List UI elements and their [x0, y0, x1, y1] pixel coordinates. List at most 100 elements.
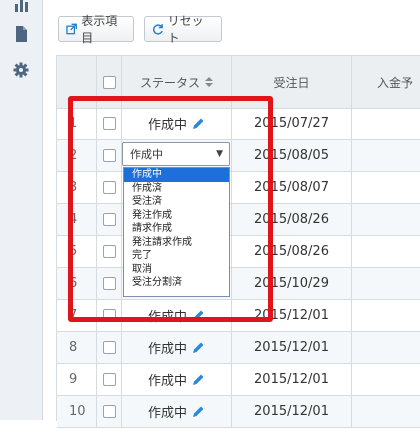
- row-number: 2: [57, 140, 97, 171]
- status-value: 作成中: [147, 118, 187, 133]
- row-checkbox[interactable]: [102, 277, 116, 290]
- status-value: 作成中: [147, 374, 187, 389]
- status-option[interactable]: 取消: [124, 263, 229, 277]
- payment-cell: [352, 364, 420, 395]
- table-row[interactable]: 10 作成中 2015/12/01: [57, 396, 420, 428]
- status-select-value: 作成中: [130, 148, 163, 161]
- orders-table: ステータス 受注日 入金予 1 作成中 2015/07/27 2 2015/08…: [56, 55, 420, 428]
- payment-cell: [352, 332, 420, 363]
- table-row[interactable]: 1 作成中 2015/07/27: [57, 108, 420, 140]
- order-date-cell: 2015/07/27: [232, 108, 352, 139]
- status-value: 作成中: [147, 406, 187, 421]
- order-date-cell: 2015/08/05: [232, 140, 352, 171]
- status-option[interactable]: 発注作成: [124, 209, 229, 223]
- status-option[interactable]: 受注分割済: [124, 276, 229, 290]
- row-checkbox[interactable]: [102, 373, 116, 386]
- table-header: ステータス 受注日 入金予: [57, 56, 420, 109]
- payment-cell: [352, 140, 420, 171]
- payment-cell: [352, 204, 420, 235]
- payment-cell: [352, 396, 420, 427]
- order-date-cell: 2015/08/07: [232, 172, 352, 203]
- row-number: 10: [57, 396, 97, 427]
- row-number: 8: [57, 332, 97, 363]
- status-option[interactable]: 作成済: [124, 182, 229, 196]
- pencil-icon[interactable]: [192, 309, 205, 322]
- row-checkbox[interactable]: [102, 341, 116, 354]
- status-cell[interactable]: 作成中: [122, 300, 232, 331]
- header-status[interactable]: ステータス: [122, 56, 232, 108]
- chevron-down-icon[interactable]: ▼: [216, 149, 223, 159]
- table-row[interactable]: 7 作成中 2015/12/01: [57, 300, 420, 332]
- reset-label: リセット: [167, 14, 204, 45]
- document-icon[interactable]: [13, 26, 29, 42]
- header-status-label: ステータス: [139, 75, 200, 90]
- table-row[interactable]: 8 作成中 2015/12/01: [57, 332, 420, 364]
- table-row[interactable]: 9 作成中 2015/12/01: [57, 364, 420, 396]
- header-order-date-label: 受注日: [273, 75, 310, 90]
- row-number: 6: [57, 268, 97, 299]
- row-checkbox[interactable]: [102, 213, 116, 226]
- pencil-icon[interactable]: [192, 341, 205, 354]
- pencil-icon[interactable]: [192, 405, 205, 418]
- table-row[interactable]: 6 2015/10/29: [57, 268, 420, 300]
- status-option[interactable]: 作成中: [124, 168, 229, 182]
- status-option[interactable]: 発注請求作成: [124, 236, 229, 250]
- header-payment-label: 入金予: [377, 75, 414, 90]
- row-checkbox[interactable]: [102, 405, 116, 418]
- payment-cell: [352, 268, 420, 299]
- payment-cell: [352, 236, 420, 267]
- reset-icon: [153, 24, 163, 35]
- row-checkbox[interactable]: [102, 149, 116, 162]
- status-cell[interactable]: 作成中: [122, 108, 232, 139]
- order-date-cell: 2015/12/01: [232, 300, 352, 331]
- row-number: 5: [57, 236, 97, 267]
- row-checkbox[interactable]: [102, 245, 116, 258]
- gear-icon[interactable]: [13, 62, 29, 78]
- order-date-cell: 2015/12/01: [232, 332, 352, 363]
- table-row[interactable]: 3 2015/08/07: [57, 172, 420, 204]
- order-date-cell: 2015/12/01: [232, 396, 352, 427]
- row-number: 9: [57, 364, 97, 395]
- status-cell[interactable]: 作成中: [122, 396, 232, 427]
- pencil-icon[interactable]: [192, 117, 205, 130]
- row-number: 7: [57, 300, 97, 331]
- payment-cell: [352, 172, 420, 203]
- payment-cell: [352, 300, 420, 331]
- select-all-checkbox[interactable]: [102, 75, 116, 89]
- status-dropdown: 作成中 作成済 受注済 発注作成 請求作成 発注請求作成 完了 取消 受注分割済: [123, 167, 230, 297]
- display-items-button[interactable]: 表示項目: [58, 14, 134, 45]
- status-value: 作成中: [147, 310, 187, 325]
- order-date-cell: 2015/08/26: [232, 204, 352, 235]
- order-date-cell: 2015/12/01: [232, 364, 352, 395]
- sort-icon[interactable]: [205, 77, 213, 87]
- table-row[interactable]: 4 2015/08/26: [57, 204, 420, 236]
- status-cell[interactable]: 作成中: [122, 364, 232, 395]
- status-option[interactable]: 完了: [124, 249, 229, 263]
- status-value: 作成中: [147, 342, 187, 357]
- external-link-icon: [66, 23, 77, 35]
- table-row[interactable]: 2 2015/08/05: [57, 140, 420, 172]
- display-items-label: 表示項目: [81, 14, 118, 45]
- status-select[interactable]: 作成中 ▼: [122, 142, 230, 166]
- status-option[interactable]: 受注済: [124, 195, 229, 209]
- status-option[interactable]: 請求作成: [124, 222, 229, 236]
- reset-button[interactable]: リセット: [144, 14, 222, 45]
- row-checkbox[interactable]: [102, 181, 116, 194]
- row-checkbox[interactable]: [102, 309, 116, 322]
- row-number: 1: [57, 108, 97, 139]
- header-payment[interactable]: 入金予: [352, 56, 420, 108]
- row-number: 4: [57, 204, 97, 235]
- order-date-cell: 2015/08/26: [232, 236, 352, 267]
- row-number: 3: [57, 172, 97, 203]
- payment-cell: [352, 108, 420, 139]
- header-number: [57, 56, 97, 108]
- row-checkbox[interactable]: [102, 117, 116, 130]
- table-row[interactable]: 5 2015/08/26: [57, 236, 420, 268]
- pencil-icon[interactable]: [192, 373, 205, 386]
- order-date-cell: 2015/10/29: [232, 268, 352, 299]
- status-cell[interactable]: 作成中: [122, 332, 232, 363]
- header-select-all: [97, 56, 122, 108]
- bar-chart-icon[interactable]: [13, 0, 29, 12]
- sidebar: [0, 0, 43, 420]
- header-order-date[interactable]: 受注日: [232, 56, 352, 108]
